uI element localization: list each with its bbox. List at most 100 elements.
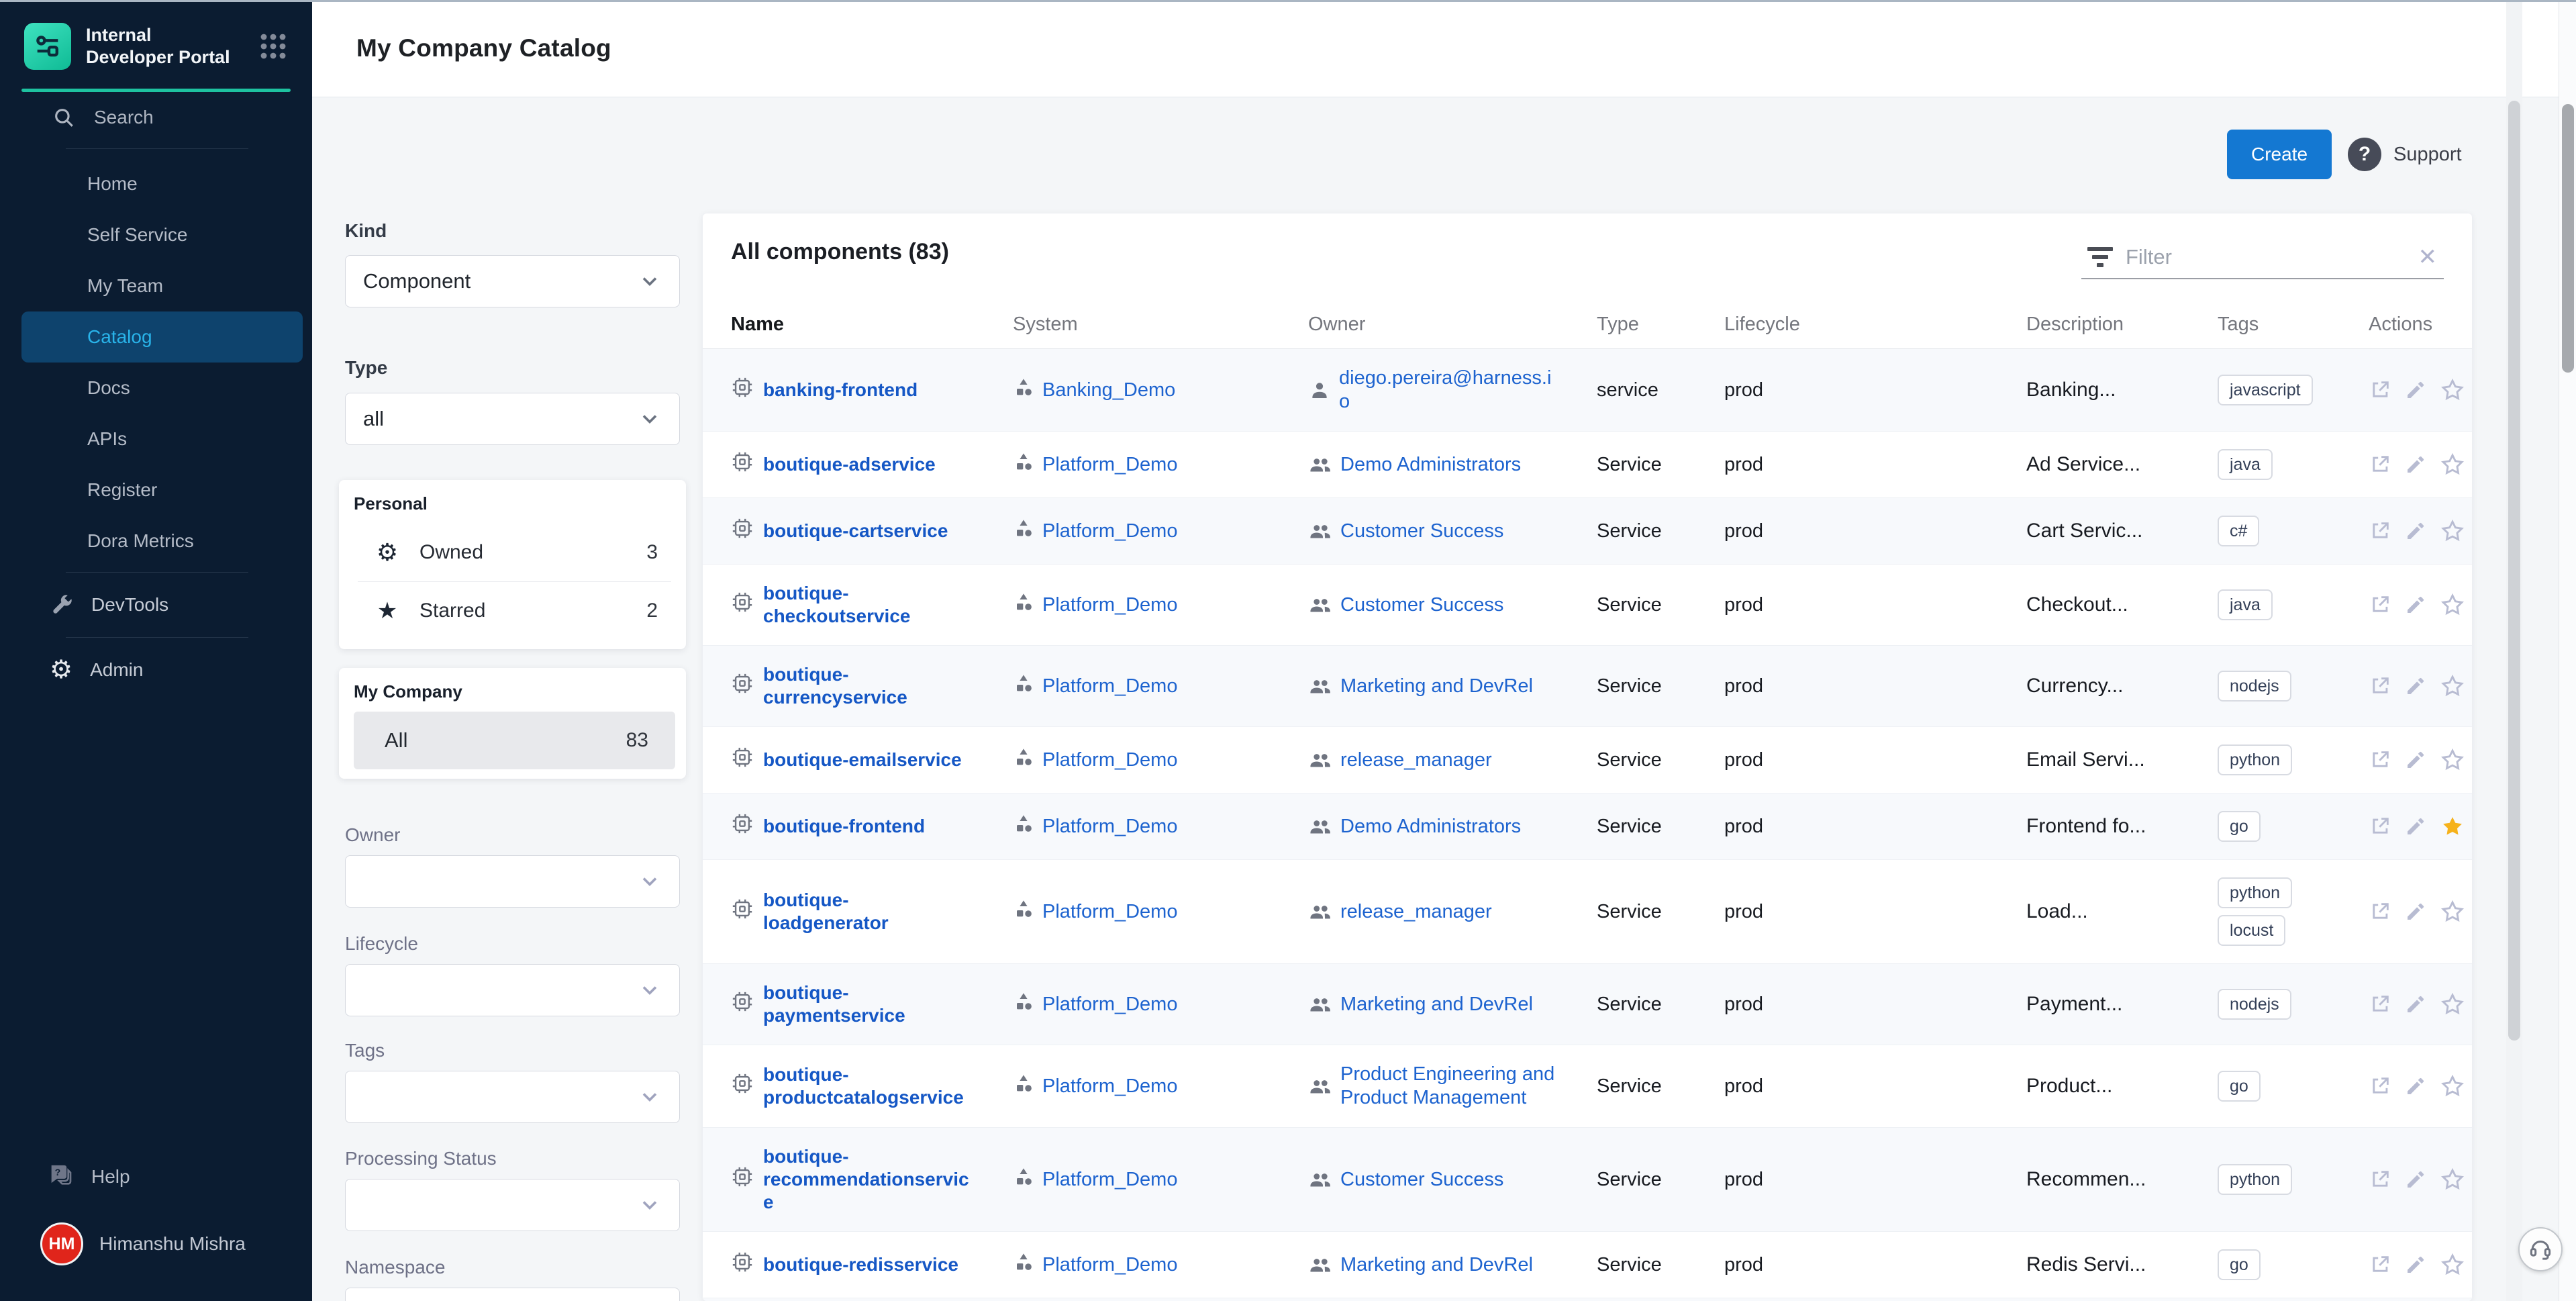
star-filled-icon[interactable] [2440,814,2465,839]
star-icon[interactable] [2440,899,2465,924]
support-widget-button[interactable] [2518,1227,2563,1271]
component-name-link[interactable]: boutique-redisservice [763,1253,958,1276]
system-link[interactable]: Platform_Demo [1042,900,1177,924]
owner-link[interactable]: release_manager [1340,900,1492,924]
component-name-link[interactable]: banking-frontend [763,379,918,401]
system-link[interactable]: Platform_Demo [1042,593,1177,617]
system-link[interactable]: Platform_Demo [1042,749,1177,772]
open-in-new-icon[interactable] [2369,993,2391,1016]
owner-link[interactable]: Customer Success [1340,1168,1503,1192]
star-icon[interactable] [2440,377,2465,403]
system-link[interactable]: Platform_Demo [1042,1075,1177,1098]
edit-icon[interactable] [2405,749,2426,771]
star-icon[interactable] [2440,1252,2465,1278]
component-name-link[interactable]: boutique-recommendationservice [763,1145,973,1214]
open-in-new-icon[interactable] [2369,749,2391,771]
column-header-system[interactable]: System [1013,314,1308,336]
content-scrollbar[interactable] [2506,0,2522,1301]
sidebar-item-register[interactable]: Register [0,465,312,516]
component-name-link[interactable]: boutique-checkoutservice [763,582,973,628]
column-header-owner[interactable]: Owner [1308,314,1597,336]
owned-filter[interactable]: ⚙ Owned 3 [354,524,675,581]
system-link[interactable]: Platform_Demo [1042,1253,1177,1277]
table-filter-input[interactable] [2126,245,2412,269]
edit-icon[interactable] [2405,379,2426,401]
sidebar-item-admin[interactable]: ⚙ Admin [0,643,312,697]
support-button[interactable]: ? Support [2348,138,2462,171]
sidebar-search[interactable]: Search [0,92,312,143]
open-in-new-icon[interactable] [2369,379,2391,401]
component-name-link[interactable]: boutique-currencyservice [763,663,973,709]
open-in-new-icon[interactable] [2369,1253,2391,1276]
owner-link[interactable]: Marketing and DevRel [1340,1253,1533,1277]
owner-link[interactable]: Product Engineering and Product Manageme… [1340,1063,1563,1110]
star-icon[interactable] [2440,452,2465,477]
column-header-name[interactable]: Name [731,314,1013,336]
type-select[interactable]: all [345,393,680,445]
component-name-link[interactable]: boutique-productcatalogservice [763,1063,973,1109]
open-in-new-icon[interactable] [2369,815,2391,838]
open-in-new-icon[interactable] [2369,520,2391,542]
edit-icon[interactable] [2405,1169,2426,1190]
sidebar-item-catalog[interactable]: Catalog [21,311,303,363]
star-icon[interactable] [2440,992,2465,1017]
owner-link[interactable]: diego.pereira@harness.io [1339,367,1562,414]
open-in-new-icon[interactable] [2369,1168,2391,1191]
system-link[interactable]: Platform_Demo [1042,993,1177,1016]
processing-status-select[interactable] [345,1179,680,1231]
namespace-select[interactable] [345,1288,680,1301]
star-icon[interactable] [2440,592,2465,618]
component-name-link[interactable]: boutique-loadgenerator [763,889,973,934]
edit-icon[interactable] [2405,1075,2426,1097]
system-link[interactable]: Banking_Demo [1042,379,1175,402]
column-header-lifecycle[interactable]: Lifecycle [1724,314,2026,336]
edit-icon[interactable] [2405,454,2426,475]
edit-icon[interactable] [2405,594,2426,616]
edit-icon[interactable] [2405,520,2426,542]
tags-select[interactable] [345,1071,680,1123]
star-icon[interactable] [2440,747,2465,773]
owner-link[interactable]: Customer Success [1340,520,1503,543]
lifecycle-select[interactable] [345,964,680,1016]
open-in-new-icon[interactable] [2369,453,2391,476]
star-icon[interactable] [2440,673,2465,699]
all-filter[interactable]: All 83 [354,712,675,769]
user-menu[interactable]: HM Himanshu Mishra [0,1207,312,1281]
edit-icon[interactable] [2405,1254,2426,1275]
sidebar-item-docs[interactable]: Docs [0,363,312,414]
window-scrollbar[interactable] [2559,0,2576,1301]
window-scrollbar-thumb[interactable] [2562,104,2574,373]
system-link[interactable]: Platform_Demo [1042,675,1177,698]
open-in-new-icon[interactable] [2369,593,2391,616]
owner-link[interactable]: Customer Success [1340,593,1503,617]
component-name-link[interactable]: boutique-frontend [763,815,925,838]
system-link[interactable]: Platform_Demo [1042,453,1177,477]
owner-link[interactable]: Marketing and DevRel [1340,675,1533,698]
system-link[interactable]: Platform_Demo [1042,815,1177,838]
content-scrollbar-thumb[interactable] [2508,101,2520,1041]
edit-icon[interactable] [2405,675,2426,697]
system-link[interactable]: Platform_Demo [1042,520,1177,543]
edit-icon[interactable] [2405,816,2426,837]
owner-link[interactable]: Demo Administrators [1340,815,1521,838]
sidebar-item-dora-metrics[interactable]: Dora Metrics [0,516,312,567]
star-icon[interactable] [2440,1167,2465,1192]
star-icon[interactable] [2440,518,2465,544]
sidebar-item-home[interactable]: Home [0,158,312,209]
help-button[interactable]: ? Help [0,1147,312,1207]
sidebar-item-my-team[interactable]: My Team [0,260,312,311]
component-name-link[interactable]: boutique-adservice [763,453,936,476]
component-name-link[interactable]: boutique-emailservice [763,749,962,771]
sidebar-item-apis[interactable]: APIs [0,414,312,465]
starred-filter[interactable]: ★ Starred 2 [354,582,675,640]
owner-link[interactable]: release_manager [1340,749,1492,772]
column-header-description[interactable]: Description [2026,314,2218,336]
owner-link[interactable]: Demo Administrators [1340,453,1521,477]
clear-filter-icon[interactable]: ✕ [2418,244,2438,271]
open-in-new-icon[interactable] [2369,900,2391,923]
apps-grid-icon[interactable] [254,28,292,65]
create-button[interactable]: Create [2227,130,2332,179]
column-header-tags[interactable]: Tags [2218,314,2369,336]
column-header-type[interactable]: Type [1597,314,1724,336]
kind-select[interactable]: Component [345,255,680,307]
